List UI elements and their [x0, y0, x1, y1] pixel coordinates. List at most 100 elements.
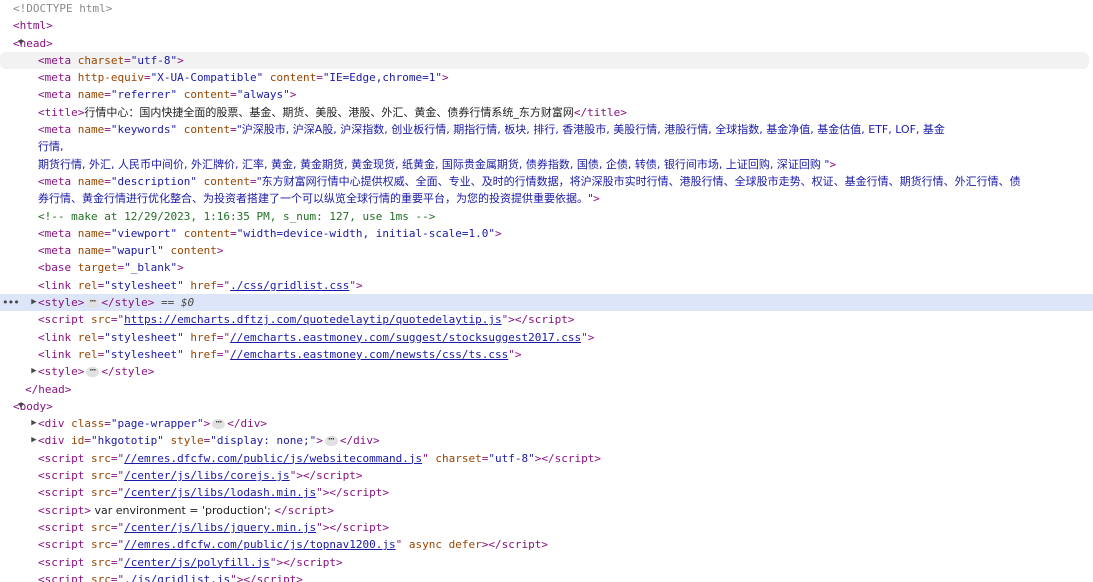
dom-node-row[interactable]: <meta name="description" content="东方财富网行…: [0, 173, 1093, 190]
tag-open: <meta: [38, 53, 72, 67]
stylesheet-link[interactable]: //emcharts.eastmoney.com/newsts/css/ts.c…: [230, 348, 508, 361]
tag-open: <meta: [38, 88, 72, 102]
expand-triangle-icon[interactable]: ▶: [29, 415, 39, 432]
tag-bracket: >: [587, 330, 595, 344]
script-src-link[interactable]: /center/js/libs/lodash.min.js: [124, 486, 316, 499]
dom-node-row[interactable]: <script src="https://emcharts.dftzj.com/…: [0, 311, 1093, 328]
attr-value: "referrer": [110, 88, 178, 102]
dom-node-row[interactable]: <script src="./js/gridlist.js"></script>: [0, 571, 1093, 582]
dom-node-row[interactable]: <html>: [0, 17, 1093, 34]
dom-node-row[interactable]: <meta name="referrer" content="always">: [0, 86, 1093, 103]
attr-name: content: [183, 88, 231, 102]
dom-node-row[interactable]: <script src="/center/js/libs/jquery.min.…: [0, 519, 1093, 536]
tag-open: <div: [38, 417, 65, 431]
dom-node-row[interactable]: </head>: [0, 381, 1093, 398]
attr-value: "stylesheet": [104, 330, 184, 344]
attr-eq: =": [110, 572, 125, 582]
script-src-link[interactable]: ./js/gridlist.js: [124, 573, 230, 582]
dom-node-row[interactable]: <!DOCTYPE html>: [0, 0, 1093, 17]
script-src-link[interactable]: //emres.dfcfw.com/public/js/websitecomma…: [124, 452, 422, 465]
dom-node-row[interactable]: <!-- make at 12/29/2023, 1:16:35 PM, s_n…: [0, 208, 1093, 225]
collapse-triangle-icon[interactable]: ▼: [16, 35, 26, 52]
dom-node-row[interactable]: ▶ <div id="hkgototip" style="display: non…: [0, 432, 1093, 449]
tag-open: <meta: [38, 226, 72, 240]
attr-value: "keywords": [110, 123, 178, 137]
script-src-link[interactable]: /center/js/libs/corejs.js: [124, 469, 290, 482]
tag-bracket: >: [203, 417, 211, 431]
tag-open: <script: [38, 572, 85, 582]
dom-node-row[interactable]: <meta name="keywords" content="沪深股市, 沪深A…: [0, 121, 1093, 138]
dom-node-row[interactable]: <meta http-equiv="X-UA-Compatible" conte…: [0, 69, 1093, 86]
inline-script-code: var environment = 'production';: [90, 503, 275, 517]
dom-node-row[interactable]: ▼ <body>: [0, 398, 1093, 415]
dom-node-row[interactable]: ▶ <style> ⋯ </style>: [0, 363, 1093, 380]
attr-eq: =": [110, 313, 125, 327]
tag-close: </script>: [243, 572, 303, 582]
dom-node-row-wrap: 券行情、黄金行情进行优化整合、为投资者搭建了一个可以纵览全球行情的重要平台，为您…: [0, 190, 1093, 207]
dom-node-row[interactable]: <link rel="stylesheet" href="//emcharts.…: [0, 329, 1093, 346]
dom-node-row[interactable]: <base target="_blank">: [0, 259, 1093, 276]
tag-open: <script: [38, 520, 85, 534]
tag-bracket: >: [829, 157, 837, 171]
tag-open: <base: [38, 261, 72, 275]
dom-node-row[interactable]: <title>行情中心：国内快捷全面的股票、基金、期货、美股、港股、外汇、黄金、…: [0, 104, 1093, 121]
tag-open: <script: [38, 503, 85, 517]
stylesheet-link[interactable]: ./css/gridlist.css: [230, 279, 349, 292]
expand-ellipsis-button[interactable]: ⋯: [324, 435, 338, 447]
expand-triangle-icon[interactable]: ▶: [29, 363, 39, 380]
doctype-text: <!DOCTYPE html>: [13, 2, 113, 15]
script-src-link[interactable]: https://emcharts.dftzj.com/quotedelaytip…: [124, 313, 502, 326]
stylesheet-link[interactable]: //emcharts.eastmoney.com/suggest/stocksu…: [230, 331, 581, 344]
dom-node-row[interactable]: <script src="/center/js/libs/lodash.min.…: [0, 484, 1093, 501]
attr-value: "hkgototip": [91, 434, 164, 448]
dom-node-row-wrap: 行情,: [0, 138, 1093, 155]
attr-name: src: [90, 555, 111, 569]
expand-triangle-icon[interactable]: ▶: [29, 294, 39, 311]
attr-value: "X-UA-Compatible": [150, 71, 264, 85]
dom-node-row[interactable]: <script src="//emres.dfcfw.com/public/js…: [0, 536, 1093, 553]
attr-name: content: [183, 123, 231, 137]
attr-name: src: [90, 469, 111, 483]
dom-node-row[interactable]: <meta name="wapurl" content>: [0, 242, 1093, 259]
tag-bracket: >: [514, 347, 522, 361]
attr-name: charset: [435, 451, 482, 465]
tag-bracket: >: [177, 53, 184, 67]
expand-ellipsis-button[interactable]: ⋯: [86, 366, 100, 378]
dom-node-row[interactable]: ▶ <div class="page-wrapper"> ⋯ </div>: [0, 415, 1093, 432]
dom-node-row[interactable]: <script src="/center/js/libs/corejs.js">…: [0, 467, 1093, 484]
expand-triangle-icon[interactable]: ▶: [29, 432, 39, 449]
tag-close: </script>: [514, 313, 575, 327]
attr-value: "description": [110, 174, 197, 188]
gutter-more-icon[interactable]: •••: [2, 294, 20, 311]
expand-ellipsis-button[interactable]: ⋯: [86, 297, 100, 309]
tag-bracket: >: [177, 261, 184, 275]
script-src-link[interactable]: //emres.dfcfw.com/public/js/topnav1200.j…: [124, 538, 396, 551]
tag-bracket: >: [316, 434, 323, 448]
attr-value: "东方财富网行情中心提供权威、全面、专业、及时的行情数据，将沪深股市实时行情、港…: [256, 174, 1021, 188]
dom-node-row[interactable]: <meta name="viewport" content="width=dev…: [0, 225, 1093, 242]
dom-node-row[interactable]: <meta charset="utf-8">: [0, 51, 1089, 70]
expand-ellipsis-button[interactable]: ⋯: [212, 418, 226, 430]
dom-node-row[interactable]: <script src="/center/js/polyfill.js"></s…: [0, 554, 1093, 571]
dom-node-row[interactable]: <script src="//emres.dfcfw.com/public/js…: [0, 450, 1093, 467]
attr-name: content: [269, 71, 317, 85]
tag-close: </style>: [101, 296, 155, 310]
script-src-link[interactable]: /center/js/polyfill.js: [124, 556, 270, 569]
script-src-link[interactable]: /center/js/libs/jquery.min.js: [124, 521, 316, 534]
dom-node-row[interactable]: <script> var environment = 'production';…: [0, 502, 1093, 519]
dom-node-row[interactable]: <link rel="stylesheet" href="//emcharts.…: [0, 346, 1093, 363]
tag-bracket: >: [442, 71, 449, 85]
dom-node-row[interactable]: ▶ ••• <style> ⋯ </style> == $0: [0, 294, 1093, 312]
tag-open: <script: [38, 313, 85, 327]
tag-bracket: >: [593, 192, 600, 206]
attr-quote: ": [508, 347, 515, 361]
html-comment: <!-- make at 12/29/2023, 1:16:35 PM, s_n…: [38, 209, 436, 223]
dom-node-row[interactable]: <link rel="stylesheet" href="./css/gridl…: [0, 277, 1093, 294]
dom-node-row[interactable]: ▼ <head>: [0, 35, 1093, 52]
attr-eq: =: [104, 123, 111, 137]
tag-open: <div: [38, 434, 65, 448]
attr-eq: =: [249, 174, 257, 188]
collapse-triangle-icon[interactable]: ▼: [16, 398, 26, 415]
tag-bracket: >: [46, 36, 53, 50]
page-title-text: 行情中心：国内快捷全面的股票、基金、期货、美股、港股、外汇、黄金、债券行情系统_…: [84, 105, 574, 119]
